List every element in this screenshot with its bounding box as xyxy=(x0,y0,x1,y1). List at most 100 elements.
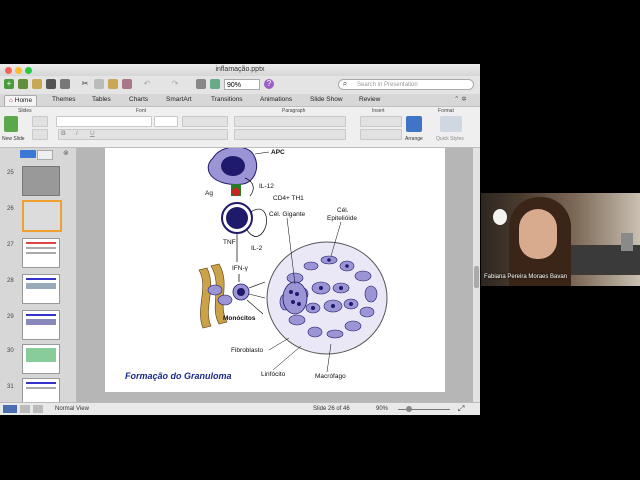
font-size-buttons[interactable] xyxy=(182,116,228,127)
powerpoint-window: inflamação.pptx + ✂ ↶ ↷ 90% ? Search in … xyxy=(0,64,480,415)
window-title: inflamação.pptx xyxy=(215,66,265,73)
slideshow-button[interactable] xyxy=(33,405,43,413)
tab-label: Home xyxy=(14,97,33,104)
new-slide-icon[interactable] xyxy=(4,116,18,132)
standard-toolbar: + ✂ ↶ ↷ 90% ? Search in Presentation ⌕ xyxy=(0,76,480,95)
label-cel-epit-2: Epitelióide xyxy=(327,215,357,222)
normal-view-button[interactable] xyxy=(3,405,17,413)
slide-canvas: APC Ag IL-12 CD4+ TH1 IL-2 TNF IFN-γ Mon… xyxy=(77,146,473,402)
insert-buttons-row2[interactable] xyxy=(360,129,402,140)
quick-styles-icon[interactable] xyxy=(440,116,462,132)
group-paragraph-label: Paragraph xyxy=(282,108,306,114)
close-pane-icon[interactable]: ⊗ xyxy=(63,149,69,157)
giant-cell xyxy=(282,281,308,315)
background-object xyxy=(621,233,633,251)
thumbnail-slide-selected[interactable] xyxy=(22,200,62,232)
italic-button[interactable]: I xyxy=(76,130,78,137)
label-apc: APC xyxy=(271,149,285,156)
tab-slide-show[interactable]: Slide Show xyxy=(306,95,347,105)
label-ag: Ag xyxy=(205,190,213,197)
current-slide[interactable]: APC Ag IL-12 CD4+ TH1 IL-2 TNF IFN-γ Mon… xyxy=(105,146,445,392)
zoom-slider-knob[interactable] xyxy=(406,406,412,412)
arrange-label: Arrange xyxy=(405,136,423,142)
blood-vessel xyxy=(198,267,212,329)
outline-view-toggle[interactable] xyxy=(37,150,53,160)
fit-to-window-icon[interactable]: ⤢ xyxy=(458,404,464,414)
label-ifn: IFN-γ xyxy=(232,265,249,272)
quick-styles-label: Quick Styles xyxy=(436,136,464,142)
format-painter-icon[interactable] xyxy=(122,79,132,89)
slide-sorter-button[interactable] xyxy=(20,405,30,413)
save-icon[interactable] xyxy=(46,79,56,89)
font-size-select[interactable] xyxy=(154,116,178,127)
slides-view-toggle[interactable] xyxy=(20,150,36,158)
label-cel-gigante: Cél. Gigante xyxy=(269,211,306,218)
status-zoom: 90% xyxy=(376,406,389,412)
slide-counter: Slide 26 of 46 xyxy=(313,406,350,412)
label-linfocito: Linfócito xyxy=(261,371,286,378)
thumbnail-slide[interactable] xyxy=(22,238,60,268)
group-insert-label: Insert xyxy=(372,108,385,114)
insert-buttons[interactable] xyxy=(360,116,402,127)
granuloma-diagram: APC Ag IL-12 CD4+ TH1 IL-2 TNF IFN-γ Mon… xyxy=(125,146,388,381)
ribbon-tabs: ⌂ Home Themes Tables Charts SmartArt Tra… xyxy=(0,94,480,107)
tab-home[interactable]: ⌂ Home xyxy=(4,95,38,106)
cut-icon[interactable]: ✂ xyxy=(80,79,90,89)
status-bar: Normal View Slide 26 of 46 90% ⤢ xyxy=(0,402,480,415)
antigen-icon xyxy=(232,188,240,196)
layout-button[interactable] xyxy=(32,116,48,127)
paragraph-buttons-row2[interactable] xyxy=(234,129,346,140)
video-participant-tile: Fabiana Pereira Moraes Bavan xyxy=(481,193,640,286)
reset-button[interactable] xyxy=(32,129,48,140)
font-name-select[interactable] xyxy=(56,116,152,127)
thumb-number: 30 xyxy=(7,348,14,354)
font-style-buttons[interactable] xyxy=(58,129,228,140)
thumb-number: 25 xyxy=(7,170,14,176)
templates-icon[interactable] xyxy=(18,79,28,89)
copy-icon[interactable] xyxy=(94,79,104,89)
sidebar-toggle-icon[interactable] xyxy=(210,79,220,89)
search-icon: ⌕ xyxy=(342,79,348,88)
gallery-icon[interactable] xyxy=(196,79,206,89)
arrange-icon[interactable] xyxy=(406,116,422,132)
label-tnf: TNF xyxy=(223,239,236,246)
label-cd4: CD4+ TH1 xyxy=(273,195,304,202)
paste-icon[interactable] xyxy=(108,79,118,89)
tab-smartart[interactable]: SmartArt xyxy=(162,95,196,105)
thumb-number: 29 xyxy=(7,314,14,320)
help-icon[interactable]: ? xyxy=(264,79,274,89)
thumbnail-slide[interactable] xyxy=(22,344,60,374)
flower-icon xyxy=(493,209,507,225)
new-presentation-icon[interactable]: + xyxy=(4,79,14,89)
thumbnail-slide[interactable] xyxy=(22,274,60,304)
home-icon: ⌂ xyxy=(9,97,13,104)
ribbon-expand-icon[interactable]: ⌃ ✲ xyxy=(450,95,471,105)
group-slides-label: Slides xyxy=(18,108,32,114)
undo-icon[interactable]: ↶ xyxy=(142,79,152,89)
scroll-thumb[interactable] xyxy=(474,266,479,288)
print-icon[interactable] xyxy=(60,79,70,89)
underline-button[interactable]: U xyxy=(90,130,95,137)
vertical-scrollbar[interactable] xyxy=(473,148,480,402)
paragraph-buttons-row1[interactable] xyxy=(234,116,346,127)
open-folder-icon[interactable] xyxy=(32,79,42,89)
new-slide-label: New Slide xyxy=(2,136,25,142)
group-font-label: Font xyxy=(136,108,147,114)
redo-icon[interactable]: ↷ xyxy=(170,79,180,89)
tab-charts[interactable]: Charts xyxy=(125,95,152,105)
tab-transitions[interactable]: Transitions xyxy=(207,95,247,105)
group-format-label: Format xyxy=(438,108,454,114)
thumbnail-slide[interactable] xyxy=(22,166,60,196)
tab-tables[interactable]: Tables xyxy=(88,95,115,105)
tab-review[interactable]: Review xyxy=(355,95,384,105)
label-il12: IL-12 xyxy=(259,183,274,190)
thumbnail-slide[interactable] xyxy=(22,310,60,340)
tab-themes[interactable]: Themes xyxy=(48,95,79,105)
search-input[interactable]: Search in Presentation xyxy=(338,79,474,90)
slide-thumbnail-pane: ⊗ 25 26 27 28 29 30 31 xyxy=(0,148,77,408)
thumb-number: 28 xyxy=(7,278,14,284)
zoom-field[interactable]: 90% xyxy=(224,79,260,90)
tab-animations[interactable]: Animations xyxy=(256,95,296,105)
bold-button[interactable]: B xyxy=(61,130,66,137)
label-macrofago: Macrófago xyxy=(315,373,346,380)
